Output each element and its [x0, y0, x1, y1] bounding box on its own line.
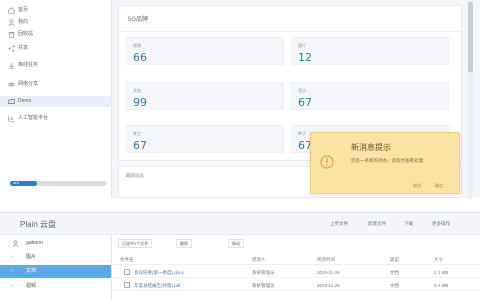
- dashboard-window: 首页 我的 回收站 共享 离线任务 网络分享 Demo 人工智能平台 28% 5…: [0, 0, 480, 198]
- download-button[interactable]: 下载: [404, 221, 413, 227]
- trash-icon: [8, 32, 15, 38]
- notification-toast: 新消息提示 您有一条新的待办，请及时查看处理 取消 确定: [310, 132, 460, 194]
- sidebar-item-label: 网络分享: [18, 81, 39, 87]
- file-type: 文档: [390, 270, 399, 275]
- stat-value: 12: [298, 51, 312, 64]
- column-header[interactable]: 修改时间: [317, 257, 335, 263]
- stat-tile[interactable]: 文档 99: [126, 82, 284, 110]
- sidebar-item-label: 共享: [18, 45, 29, 51]
- file-owner: 系统管理员: [252, 283, 275, 288]
- file-owner: 系统管理员: [252, 270, 275, 275]
- delete-button[interactable]: 删除: [176, 239, 192, 248]
- file-size: 2.1 MB: [434, 270, 449, 275]
- sidebar-item-home[interactable]: 首页: [6, 5, 106, 16]
- table-row[interactable]: 会议纪要(第一季度).docx 系统管理员 2019-11-26 文档 2.1 …: [112, 266, 480, 278]
- tree-item-videos[interactable]: › 视频: [0, 280, 111, 293]
- stat-tile[interactable]: 音乐 67: [291, 82, 449, 110]
- download-icon: [8, 62, 15, 69]
- column-header[interactable]: 大小: [434, 257, 443, 263]
- sidebar-item-ai[interactable]: 人工智能平台: [6, 113, 106, 124]
- file-type: 文档: [390, 283, 399, 288]
- sidebar-item-label: 首页: [18, 7, 29, 13]
- tree-item-images[interactable]: › 图片: [0, 251, 111, 264]
- chevron-right-icon: ›: [11, 268, 13, 274]
- stat-tile[interactable]: 其它 67: [126, 125, 284, 153]
- stat-label: 其它: [133, 131, 141, 136]
- new-file-button[interactable]: 新建文件: [368, 221, 386, 227]
- storage-progress-bar: 28%: [10, 181, 107, 186]
- selection-indicator: 已选中1个文件: [118, 239, 153, 248]
- scrollbar-thumb[interactable]: [468, 2, 473, 72]
- sidebar-item-label: 回收站: [18, 31, 34, 37]
- stat-value: 66: [133, 51, 147, 64]
- stat-label: 文档: [133, 88, 141, 93]
- sidebar: 首页 我的 回收站 共享 离线任务 网络分享 Demo 人工智能平台 28%: [0, 0, 112, 198]
- file-name[interactable]: 年度总结报告(终版).pdf: [134, 283, 181, 289]
- share-icon: [8, 45, 15, 52]
- user-row[interactable]: gaberm: [0, 238, 111, 249]
- file-date: 2019-11-26: [317, 283, 340, 288]
- file-name[interactable]: 会议纪要(第一季度).docx: [134, 270, 184, 276]
- stat-label: 视频: [133, 43, 141, 48]
- screenshot-frame: 首页 我的 回收站 共享 离线任务 网络分享 Demo 人工智能平台 28% 5…: [0, 0, 480, 300]
- file-manager-window: Plain 云盘 上传文件 新建文件 下载 更多操作 gaberm › 图片 ›…: [0, 212, 480, 300]
- column-header[interactable]: 修改人: [252, 257, 266, 263]
- activity-card-title: 最新动态: [126, 173, 144, 178]
- chevron-right-icon: ›: [11, 283, 13, 289]
- stat-value: 67: [133, 139, 147, 152]
- sidebar-item-offline[interactable]: 离线任务: [6, 60, 106, 71]
- column-header[interactable]: 类型: [390, 257, 399, 263]
- tree-item-documents[interactable]: › 文档: [0, 265, 111, 278]
- stat-label: 音乐: [298, 88, 306, 93]
- sidebar-item-share[interactable]: 共享: [6, 43, 106, 54]
- user-icon: [8, 19, 15, 26]
- stat-tile[interactable]: 视频 66: [126, 37, 284, 65]
- home-icon: [8, 7, 15, 14]
- table-row[interactable]: 年度总结报告(终版).pdf 系统管理员 2019-11-26 文档 3.4 M…: [112, 279, 480, 291]
- more-actions-button[interactable]: 更多操作: [432, 221, 450, 227]
- sidebar-item-label: 离线任务: [18, 62, 39, 68]
- sidebar-item-demo[interactable]: Demo: [0, 96, 111, 107]
- tree-item-label: 文档: [26, 268, 37, 274]
- stats-card-title: 5G品牌: [128, 17, 149, 23]
- warning-icon: [320, 155, 334, 169]
- sidebar-item-label: Demo: [18, 98, 32, 104]
- stat-tile[interactable]: 图片 12: [291, 37, 449, 65]
- upload-button[interactable]: 上传文件: [330, 221, 348, 227]
- toast-title: 新消息提示: [351, 143, 391, 152]
- user-icon: [12, 240, 19, 247]
- sidebar-item-link[interactable]: 网络分享: [6, 79, 106, 90]
- stat-label: 图片: [298, 43, 306, 48]
- row-checkbox[interactable]: [124, 269, 130, 275]
- row-checkbox[interactable]: [124, 282, 130, 288]
- stat-label: 种子: [298, 131, 306, 136]
- scrollbar[interactable]: [468, 0, 473, 198]
- move-button[interactable]: 移动: [228, 239, 244, 248]
- file-date: 2019-11-26: [317, 270, 340, 275]
- folder-icon: [8, 99, 15, 104]
- file-size: 3.4 MB: [434, 283, 449, 288]
- user-name: gaberm: [26, 240, 43, 246]
- toast-confirm-button[interactable]: 确定: [435, 183, 443, 189]
- sidebar-item-label: 人工智能平台: [18, 115, 49, 121]
- tree-item-label: 图片: [26, 254, 37, 260]
- sidebar-item-trash[interactable]: 回收站: [6, 29, 106, 40]
- folder-tree: gaberm › 图片 › 文档 › 视频: [0, 235, 112, 300]
- chevron-right-icon: ›: [11, 254, 13, 260]
- toast-message: 您有一条新的待办，请及时查看处理: [351, 158, 423, 163]
- toast-cancel-button[interactable]: 取消: [413, 183, 421, 189]
- sidebar-item-label: 我的: [18, 19, 29, 25]
- stat-value: 67: [298, 96, 312, 109]
- sidebar-item-mine[interactable]: 我的: [6, 17, 106, 28]
- app-header: Plain 云盘 上传文件 新建文件 下载 更多操作: [0, 213, 480, 235]
- storage-progress-fill: 28%: [10, 181, 38, 186]
- stat-value: 99: [133, 96, 147, 109]
- app-title: Plain 云盘: [20, 220, 57, 229]
- table-header: 文件名 修改人 修改时间 类型 大小: [112, 253, 480, 265]
- link-icon: [8, 82, 15, 87]
- divider: [119, 31, 461, 32]
- tree-item-label: 视频: [26, 283, 37, 289]
- column-header[interactable]: 文件名: [120, 257, 134, 263]
- chart-icon: [8, 115, 15, 122]
